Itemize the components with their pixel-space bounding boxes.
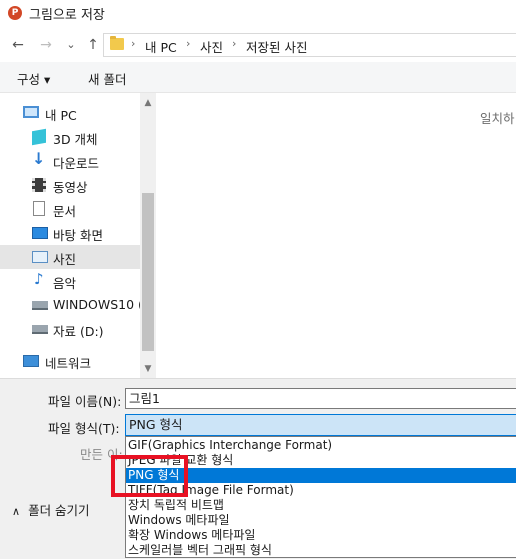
breadcrumb-separator: ›	[131, 37, 136, 50]
filename-input[interactable]: 그림1	[125, 388, 516, 409]
tree-item-desktop[interactable]: 바탕 화면	[0, 221, 140, 245]
scrollbar-thumb[interactable]	[142, 193, 154, 351]
video-icon	[32, 178, 46, 192]
window-title: 그림으로 저장	[29, 8, 105, 23]
tree-item-network[interactable]: 네트워크	[0, 349, 140, 373]
forward-arrow-icon[interactable]: →	[38, 36, 54, 54]
dropdown-option-gif[interactable]: GIF(Graphics Interchange Format)	[126, 438, 516, 453]
new-folder-button[interactable]: 새 폴더	[88, 69, 126, 88]
scroll-down-chevron-icon[interactable]: ▼	[140, 362, 156, 376]
cube-icon	[32, 128, 46, 146]
breadcrumb-separator: ›	[232, 37, 237, 50]
folder-icon	[110, 36, 124, 50]
dropdown-option-bitmap[interactable]: 장치 독립적 비트맵	[126, 498, 516, 513]
breadcrumb-separator: ›	[186, 37, 191, 50]
tree-item-music[interactable]: ♪ 음악	[0, 269, 140, 293]
filename-label: 파일 이름(N):	[48, 394, 122, 409]
tree-item-my-pc[interactable]: 내 PC	[0, 101, 140, 125]
drive-c-icon	[32, 301, 48, 310]
filetype-select[interactable]: PNG 형식	[125, 414, 516, 436]
command-toolbar	[0, 62, 516, 93]
tree-item-3d-objects[interactable]: 3D 개체	[0, 125, 140, 149]
navigation-pane: 내 PC 3D 개체 ↓ 다운로드 동영상 문서 바탕 화면 사진 ♪ 음악 W…	[0, 93, 140, 378]
download-icon: ↓	[32, 149, 46, 168]
dropdown-option-emf[interactable]: 확장 Windows 메타파일	[126, 528, 516, 543]
powerpoint-app-icon: P	[8, 6, 22, 20]
tree-item-downloads[interactable]: ↓ 다운로드	[0, 149, 140, 173]
file-list-pane[interactable]	[157, 93, 516, 378]
tree-item-drive-c[interactable]: WINDOWS10 (C	[0, 293, 140, 317]
red-highlight-box	[111, 455, 188, 497]
dropdown-option-svg[interactable]: 스케일러블 벡터 그래픽 형식	[126, 543, 516, 558]
breadcrumb-my-pc[interactable]: 내 PC	[145, 37, 177, 56]
hide-folders-label: 폴더 숨기기	[28, 503, 90, 518]
document-icon	[33, 201, 45, 216]
desktop-icon	[32, 227, 48, 239]
drive-d-icon	[32, 325, 48, 334]
breadcrumb-saved-pictures[interactable]: 저장된 사진	[246, 37, 307, 56]
organize-button[interactable]: 구성 ▾	[17, 69, 50, 88]
tree-item-drive-d[interactable]: 자료 (D:)	[0, 317, 140, 341]
filetype-label: 파일 형식(T):	[48, 421, 120, 436]
tree-item-documents[interactable]: 문서	[0, 197, 140, 221]
chevron-up-icon: ∧	[12, 505, 21, 518]
tree-item-videos[interactable]: 동영상	[0, 173, 140, 197]
tree-item-pictures[interactable]: 사진	[0, 245, 140, 269]
recent-locations-chevron-icon[interactable]: ⌄	[63, 36, 79, 54]
pc-icon	[23, 106, 39, 118]
back-arrow-icon[interactable]: ←	[10, 36, 26, 54]
music-icon: ♪	[34, 270, 44, 288]
up-arrow-icon[interactable]: ↑	[85, 36, 101, 54]
empty-folder-message: 일치하	[480, 111, 515, 126]
pictures-icon	[32, 251, 48, 263]
breadcrumb-pictures[interactable]: 사진	[200, 37, 223, 56]
hide-folders-button[interactable]: ∧ 폴더 숨기기	[12, 500, 90, 519]
scroll-up-chevron-icon[interactable]: ▲	[140, 96, 156, 110]
dropdown-option-wmf[interactable]: Windows 메타파일	[126, 513, 516, 528]
network-icon	[23, 355, 39, 367]
